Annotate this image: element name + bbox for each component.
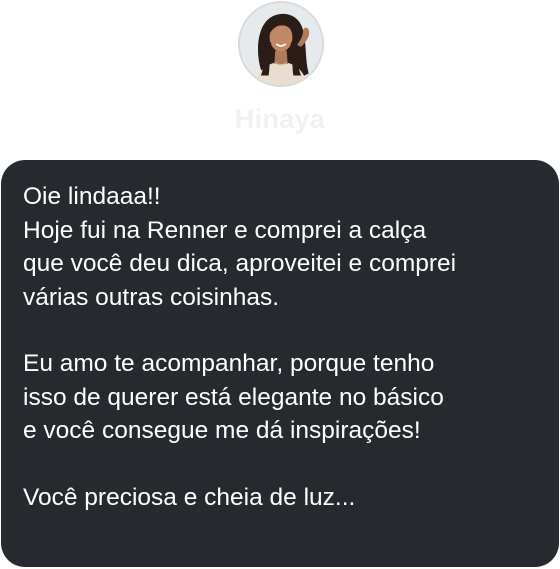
message-bubble[interactable]: Oie lindaaa!! Hoje fui na Renner e compr… <box>1 160 559 567</box>
message-line: Oie lindaaa!! <box>23 183 161 210</box>
message-paragraph: Você preciosa e cheia de luz... <box>23 481 539 515</box>
message-line: Hoje fui na Renner e comprei a calça <box>23 216 427 244</box>
message-line: que você deu dica, aproveitei e comprei <box>23 250 457 277</box>
message-line: Eu amo te acompanhar, porque tenho <box>23 350 435 377</box>
message-paragraph: Eu amo te acompanhar, porque tenho isso … <box>23 347 539 448</box>
profile-avatar[interactable] <box>238 1 324 87</box>
message-line: isso de querer está elegante no básico <box>23 383 444 411</box>
profile-photo <box>240 3 322 85</box>
message-line: e você consegue me dá inspirações! <box>23 417 421 444</box>
contact-name: Hinaya <box>234 104 326 134</box>
message-line: Você preciosa e cheia de luz... <box>23 483 356 511</box>
message-line: várias outras coisinhas. <box>23 283 280 311</box>
message-paragraph: Oie lindaaa!! Hoje fui na Renner e compr… <box>23 180 539 314</box>
